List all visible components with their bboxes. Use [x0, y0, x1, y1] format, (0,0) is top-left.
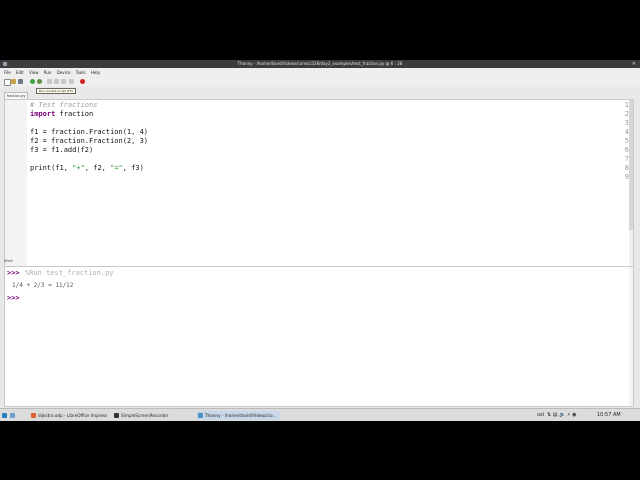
- new-file-icon[interactable]: [4, 79, 11, 86]
- step-out-icon[interactable]: [61, 79, 66, 84]
- task-label: Thonny - /home/david/Videos/co...: [205, 413, 277, 418]
- shell-output: 1/4 + 2/3 = 11/12: [12, 282, 74, 289]
- window-title: Thonny - /home/david/Videos/comsci328/da…: [237, 61, 403, 66]
- step-into-icon[interactable]: [54, 79, 59, 84]
- debug-icon[interactable]: [37, 79, 42, 84]
- step-over-icon[interactable]: [47, 79, 52, 84]
- menu-view[interactable]: View: [27, 68, 41, 77]
- menu-file[interactable]: File: [2, 68, 13, 77]
- task-libreoffice-impress[interactable]: dijkstra.odp - LibreOffice Impress: [30, 411, 107, 420]
- screen: Thonny - /home/david/Videos/comsci328/da…: [0, 60, 640, 421]
- shell-scrollbar[interactable]: [629, 267, 633, 406]
- impress-icon: [31, 413, 36, 418]
- toolbar: [0, 77, 640, 87]
- code-line: import fraction: [30, 110, 94, 118]
- resume-icon[interactable]: [69, 79, 74, 84]
- run-tooltip: Run current script (F5): [36, 88, 76, 94]
- menu-run[interactable]: Run: [42, 68, 54, 77]
- power-icon[interactable]: ⚡: [567, 412, 571, 418]
- volume-icon[interactable]: 🔈: [559, 412, 565, 418]
- clock[interactable]: 10:57 AM: [597, 409, 621, 421]
- shell-panel[interactable]: >>> %Run test_fraction.py 1/4 + 2/3 = 11…: [4, 266, 634, 407]
- shell-prompt: >>>: [7, 269, 20, 277]
- code-line: f1 = fraction.Fraction(1, 4): [30, 128, 149, 136]
- open-icon[interactable]: [11, 79, 16, 84]
- menu-device[interactable]: Device: [55, 68, 73, 77]
- code-line: # Test fractions: [30, 101, 98, 109]
- menu-help[interactable]: Help: [89, 68, 102, 77]
- menu-edit[interactable]: Edit: [14, 68, 26, 77]
- task-label: dijkstra.odp - LibreOffice Impress: [38, 413, 108, 418]
- save-icon[interactable]: [18, 79, 23, 84]
- stop-icon[interactable]: [80, 79, 85, 84]
- tray-icons: ⇅ ▤ 🔈 ⚡ ◉: [547, 409, 576, 421]
- thonny-icon: [198, 413, 203, 418]
- menu-tools[interactable]: Tools: [74, 68, 88, 77]
- tab-shell[interactable]: Shell: [4, 258, 18, 264]
- network-icon[interactable]: ⇅: [547, 412, 551, 418]
- keyboard-layout[interactable]: usi: [537, 409, 544, 421]
- code-line: print(f1, "+", f2, "=", f3): [30, 164, 144, 172]
- title-bar: Thonny - /home/david/Videos/comsci328/da…: [0, 60, 640, 68]
- taskbar: dijkstra.odp - LibreOffice Impress Simpl…: [0, 408, 640, 421]
- task-thonny[interactable]: Thonny - /home/david/Videos/co...: [197, 411, 281, 420]
- app-menu-button[interactable]: [2, 411, 8, 420]
- code-line: f2 = fraction.Fraction(2, 3): [30, 137, 149, 145]
- shell-prompt: >>>: [7, 294, 20, 302]
- code-line: f3 = f1.add(f2): [30, 146, 94, 154]
- task-simplescreenrecorder[interactable]: SimpleScreenRecorder: [113, 411, 168, 420]
- recorder-icon: [114, 413, 119, 418]
- task-label: SimpleScreenRecorder: [121, 413, 169, 418]
- desktop-icon: [10, 413, 15, 418]
- run-icon[interactable]: [30, 79, 35, 84]
- menu-bar: File Edit View Run Device Tools Help: [0, 68, 640, 77]
- close-window-icon[interactable]: ✕: [632, 60, 636, 68]
- wifi-icon[interactable]: ◉: [572, 412, 576, 418]
- app-menu-icon: [2, 413, 7, 418]
- clipboard-icon[interactable]: ▤: [553, 412, 558, 418]
- shell-run-command: %Run test_fraction.py: [25, 269, 114, 277]
- show-desktop-button[interactable]: [10, 411, 16, 420]
